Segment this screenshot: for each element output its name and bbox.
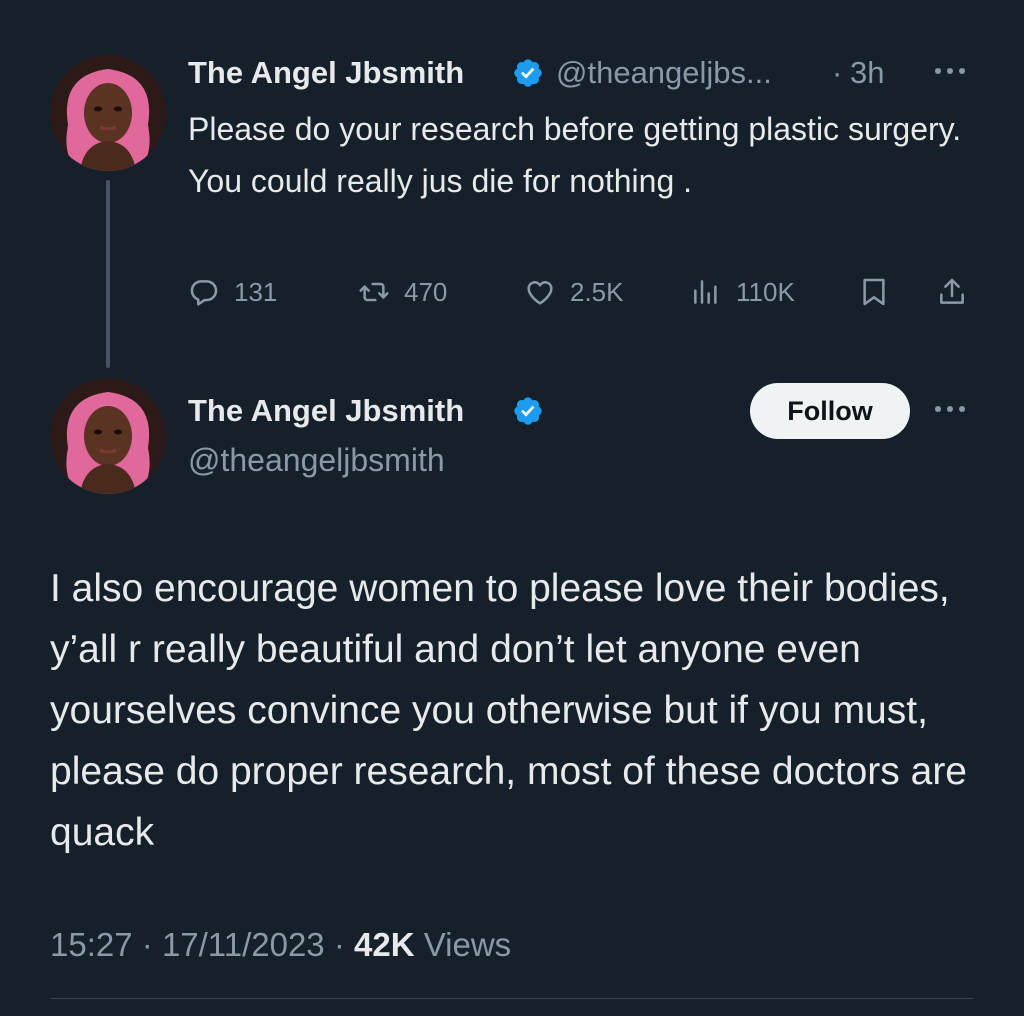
tweet-meta: 15:27 · 17/11/2023 · 42K Views — [50, 926, 511, 964]
tweet-text: I also encourage women to please love th… — [50, 567, 967, 854]
tweet-thread: The Angel Jbsmith @theangeljbs... · 3h P… — [0, 0, 1024, 1016]
like-button[interactable]: 2.5K — [524, 272, 624, 312]
verified-badge-icon — [514, 59, 542, 87]
views-count: 42K — [354, 926, 415, 963]
reply-count: 131 — [234, 276, 278, 307]
tweet-time[interactable]: 15:27 — [50, 926, 133, 963]
thread-connector-line — [106, 180, 110, 368]
separator-dot: · — [141, 926, 153, 963]
bookmark-button[interactable] — [858, 272, 890, 312]
verified-badge-icon — [514, 397, 542, 425]
retweet-icon — [359, 282, 389, 302]
reply-button[interactable]: 131 — [188, 272, 277, 312]
tweet-timestamp[interactable]: 3h — [850, 55, 884, 91]
divider — [50, 998, 974, 999]
author-handle[interactable]: @theangeljbs... — [556, 55, 772, 91]
author-handle[interactable]: @theangeljbsmith — [188, 442, 445, 479]
share-icon — [940, 278, 964, 304]
reply-icon — [190, 280, 218, 306]
follow-button[interactable]: Follow — [750, 383, 910, 439]
heart-icon — [527, 281, 553, 305]
views-count: 110K — [736, 276, 795, 307]
like-count: 2.5K — [570, 276, 624, 307]
retweet-count: 470 — [404, 276, 448, 307]
avatar[interactable] — [50, 55, 166, 171]
more-options-icon[interactable] — [932, 65, 968, 77]
retweet-button[interactable]: 470 — [358, 272, 447, 312]
tweet-date[interactable]: 17/11/2023 — [162, 926, 325, 963]
separator-dot: · — [333, 926, 345, 963]
avatar[interactable] — [50, 378, 166, 494]
avatar-image — [50, 378, 166, 494]
more-options-icon[interactable] — [932, 403, 968, 415]
tweet-text: Please do your research before getting p… — [188, 111, 962, 199]
analytics-icon — [694, 280, 717, 304]
views-button[interactable]: 110K — [690, 272, 795, 312]
avatar-image — [50, 55, 166, 171]
separator-dot: · — [832, 55, 843, 90]
bookmark-icon — [863, 278, 885, 306]
author-name[interactable]: The Angel Jbsmith — [188, 393, 464, 429]
author-name[interactable]: The Angel Jbsmith — [188, 55, 464, 91]
share-button[interactable] — [936, 272, 968, 312]
views-label: Views — [423, 926, 512, 963]
